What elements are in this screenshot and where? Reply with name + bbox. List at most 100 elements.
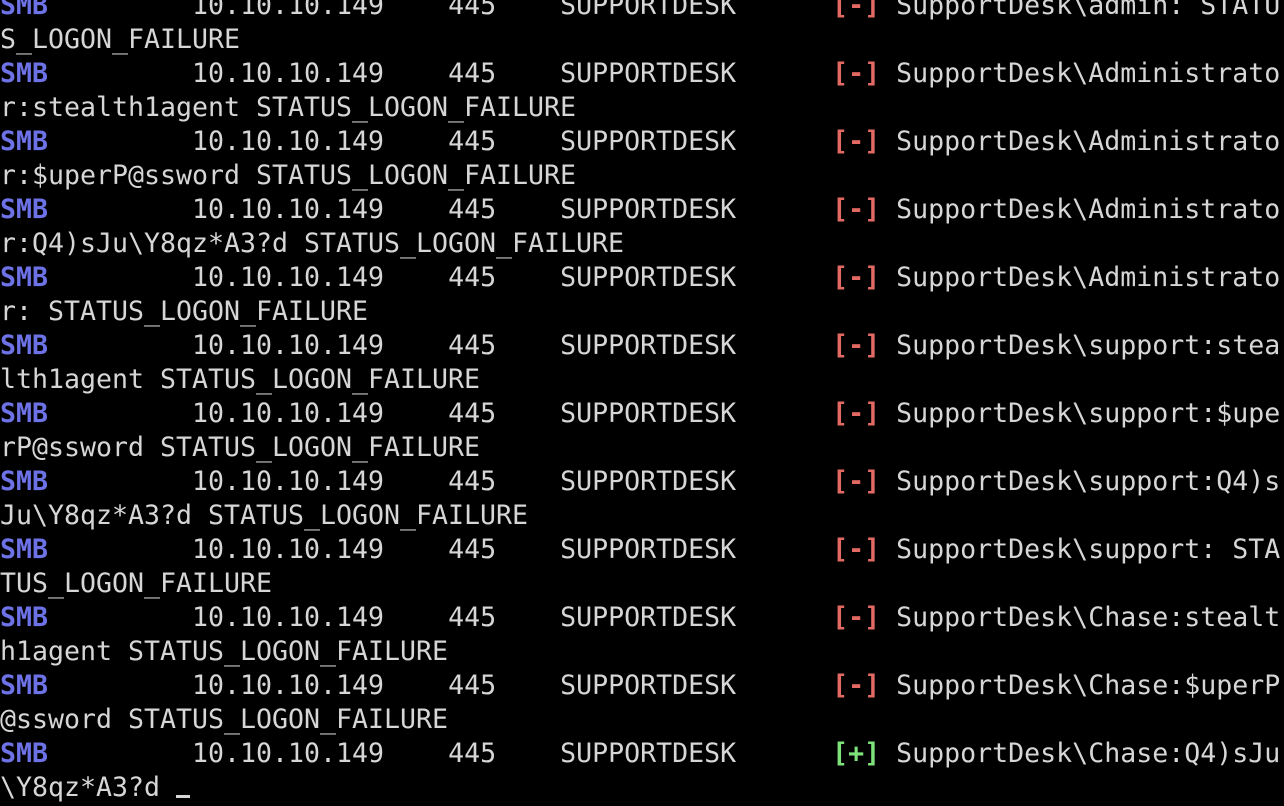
status-indicator: [-] — [832, 534, 881, 565]
port: 445 — [448, 534, 497, 565]
status-indicator: [+] — [832, 738, 881, 769]
output-line: SMB 10.10.10.149 445 SUPPORTDESK [-] Sup… — [0, 533, 1284, 601]
output-line: SMB 10.10.10.149 445 SUPPORTDESK [-] Sup… — [0, 329, 1284, 397]
status-indicator: [-] — [832, 0, 881, 21]
host-ip: 10.10.10.149 — [192, 466, 385, 497]
host-ip: 10.10.10.149 — [192, 0, 385, 21]
port: 445 — [448, 466, 497, 497]
port: 445 — [448, 602, 497, 633]
output-line: SMB 10.10.10.149 445 SUPPORTDESK [-] Sup… — [0, 465, 1284, 533]
host-name: SUPPORTDESK — [560, 398, 737, 429]
status-indicator: [-] — [832, 330, 881, 361]
host-ip: 10.10.10.149 — [192, 330, 385, 361]
host-ip: 10.10.10.149 — [192, 262, 385, 293]
port: 445 — [448, 126, 497, 157]
port: 445 — [448, 262, 497, 293]
output-line: SMB 10.10.10.149 445 SUPPORTDESK [-] Sup… — [0, 601, 1284, 669]
output-line: SMB 10.10.10.149 445 SUPPORTDESK [+] Sup… — [0, 737, 1284, 805]
protocol-label: SMB — [0, 738, 49, 769]
status-indicator: [-] — [832, 58, 881, 89]
port: 445 — [448, 738, 497, 769]
host-name: SUPPORTDESK — [560, 126, 737, 157]
host-name: SUPPORTDESK — [560, 602, 737, 633]
port: 445 — [448, 58, 497, 89]
host-ip: 10.10.10.149 — [192, 194, 385, 225]
port: 445 — [448, 670, 497, 701]
host-name: SUPPORTDESK — [560, 262, 737, 293]
status-indicator: [-] — [832, 126, 881, 157]
status-indicator: [-] — [832, 602, 881, 633]
output-line: SMB 10.10.10.149 445 SUPPORTDESK [-] Sup… — [0, 125, 1284, 193]
status-indicator: [-] — [832, 262, 881, 293]
output-line: SMB 10.10.10.149 445 SUPPORTDESK [-] Sup… — [0, 193, 1284, 261]
host-name: SUPPORTDESK — [560, 58, 737, 89]
host-ip: 10.10.10.149 — [192, 534, 385, 565]
host-name: SUPPORTDESK — [560, 0, 737, 21]
output-line: SMB 10.10.10.149 445 SUPPORTDESK [-] Sup… — [0, 261, 1284, 329]
protocol-label: SMB — [0, 58, 49, 89]
protocol-label: SMB — [0, 194, 49, 225]
port: 445 — [448, 0, 497, 21]
host-name: SUPPORTDESK — [560, 194, 737, 225]
terminal-output[interactable]: SMB 10.10.10.149 445 SUPPORTDESK [-] Sup… — [0, 0, 1284, 805]
protocol-label: SMB — [0, 262, 49, 293]
status-indicator: [-] — [832, 398, 881, 429]
protocol-label: SMB — [0, 330, 49, 361]
status-indicator: [-] — [832, 194, 881, 225]
output-line: SMB 10.10.10.149 445 SUPPORTDESK [-] Sup… — [0, 57, 1284, 125]
protocol-label: SMB — [0, 0, 49, 21]
host-ip: 10.10.10.149 — [192, 670, 385, 701]
host-ip: 10.10.10.149 — [192, 602, 385, 633]
host-ip: 10.10.10.149 — [192, 126, 385, 157]
port: 445 — [448, 330, 497, 361]
cursor — [176, 795, 191, 798]
protocol-label: SMB — [0, 534, 49, 565]
output-line: SMB 10.10.10.149 445 SUPPORTDESK [-] Sup… — [0, 0, 1284, 57]
